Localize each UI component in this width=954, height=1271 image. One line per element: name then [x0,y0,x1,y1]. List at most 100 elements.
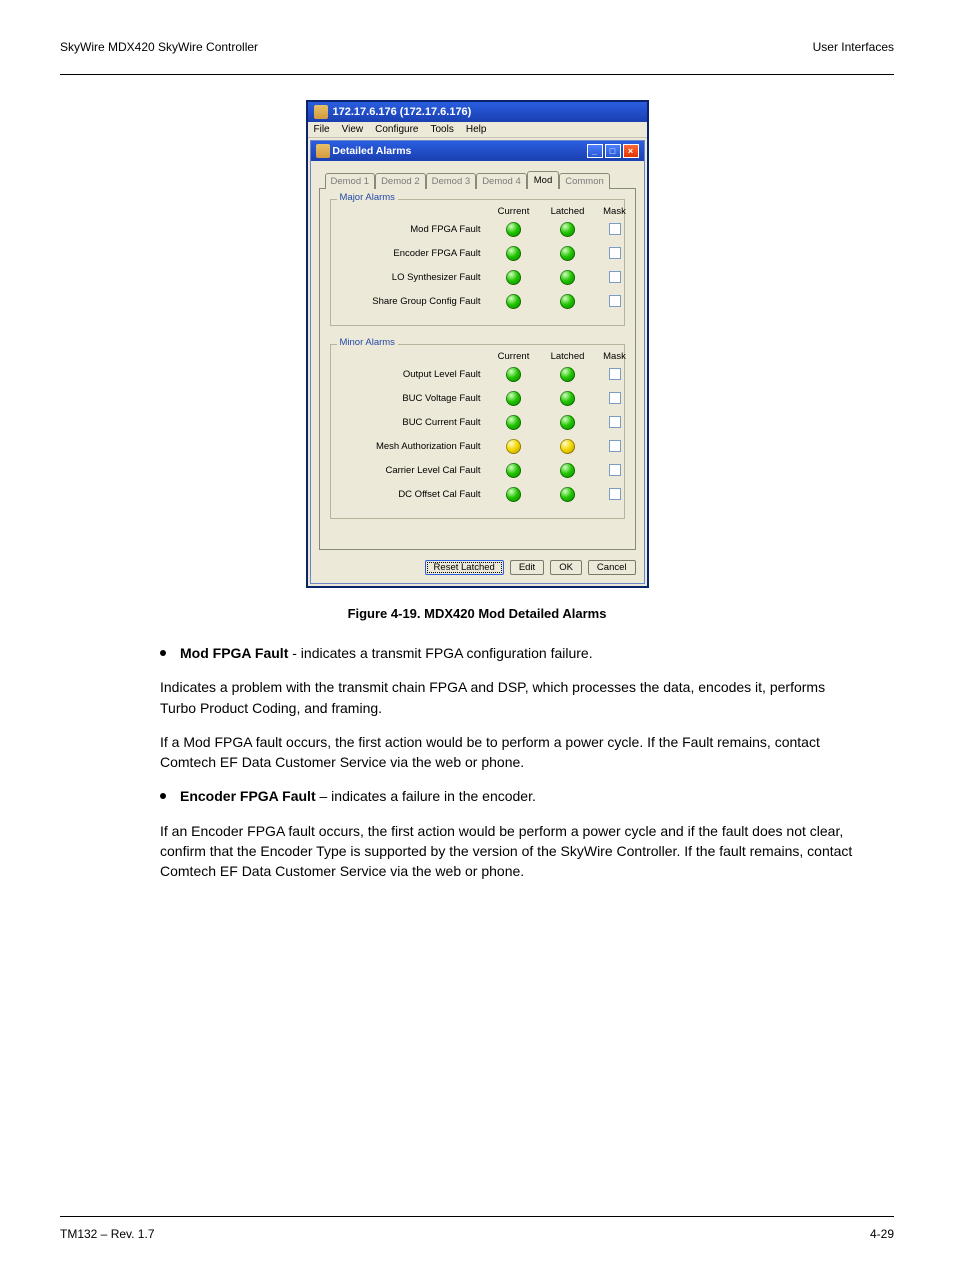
tab-panel: Major Alarms Current Latched Mask Mod FP… [319,188,636,550]
tab-common[interactable]: Common [559,173,610,189]
mask-checkbox[interactable] [609,416,621,428]
cancel-button[interactable]: Cancel [588,560,636,575]
paragraph: If a Mod FPGA fault occurs, the first ac… [160,732,854,773]
paragraph: If an Encoder FPGA fault occurs, the fir… [160,821,854,882]
led-current [506,367,521,382]
mask-checkbox[interactable] [609,271,621,283]
col-current: Current [487,351,541,362]
bullet-lead: Mod FPGA Fault [180,645,288,661]
footer-right: 4-29 [870,1227,894,1241]
cols-header: Current Latched Mask [337,206,618,217]
edit-button[interactable]: Edit [510,560,544,575]
bullet-item: Mod FPGA Fault - indicates a transmit FP… [160,643,854,663]
menu-help[interactable]: Help [466,124,487,135]
alarm-row: BUC Current Fault [337,410,618,434]
led-latched [560,391,575,406]
java-icon [314,105,328,119]
inner-titlebar[interactable]: Detailed Alarms _ □ × [311,141,644,161]
alarm-row: BUC Voltage Fault [337,386,618,410]
led-latched [560,246,575,261]
mask-checkbox[interactable] [609,247,621,259]
bullet-icon [160,650,166,656]
menu-configure[interactable]: Configure [375,124,418,135]
footer-left: TM132 – Rev. 1.7 [60,1227,155,1241]
java-icon [316,144,330,158]
body-text: Mod FPGA Fault - indicates a transmit FP… [60,643,894,882]
led-latched [560,367,575,382]
bullet-rest: - indicates a transmit FPGA configuratio… [288,645,592,661]
tab-demod3[interactable]: Demod 3 [426,173,477,189]
alarm-row: Carrier Level Cal Fault [337,458,618,482]
mask-checkbox[interactable] [609,223,621,235]
inner-window: Detailed Alarms _ □ × Demod 1 Demod 2 De… [310,140,645,584]
alarm-row: Output Level Fault [337,362,618,386]
maximize-button[interactable]: □ [605,144,621,158]
col-mask: Mask [595,351,635,362]
figure-caption: Figure 4-19. MDX420 Mod Detailed Alarms [60,606,894,621]
menu-view[interactable]: View [342,124,364,135]
menu-file[interactable]: File [314,124,330,135]
major-alarms-group: Major Alarms Current Latched Mask Mod FP… [330,199,625,326]
led-latched [560,222,575,237]
close-button[interactable]: × [623,144,639,158]
minor-alarms-group: Minor Alarms Current Latched Mask Output… [330,344,625,519]
alarm-label: Output Level Fault [337,369,487,380]
button-row: Reset Latched Edit OK Cancel [319,550,636,575]
alarm-row: Mesh Authorization Fault [337,434,618,458]
mask-checkbox[interactable] [609,440,621,452]
alarm-label: BUC Voltage Fault [337,393,487,404]
menu-tools[interactable]: Tools [430,124,453,135]
footer-rule [60,1216,894,1217]
mask-checkbox[interactable] [609,295,621,307]
led-current [506,463,521,478]
led-current [506,246,521,261]
header-rule [60,74,894,75]
alarm-row: Share Group Config Fault [337,289,618,313]
alarm-label: BUC Current Fault [337,417,487,428]
alarm-label: Share Group Config Fault [337,296,487,307]
alarm-label: Mesh Authorization Fault [337,441,487,452]
tab-mod[interactable]: Mod [527,171,559,189]
col-current: Current [487,206,541,217]
alarm-label: DC Offset Cal Fault [337,489,487,500]
led-current [506,270,521,285]
alarm-label: Mod FPGA Fault [337,224,487,235]
mask-checkbox[interactable] [609,464,621,476]
led-latched [560,294,575,309]
minimize-button[interactable]: _ [587,144,603,158]
led-current [506,487,521,502]
led-latched [560,270,575,285]
bullet-item: Encoder FPGA Fault – indicates a failure… [160,786,854,806]
tab-demod1[interactable]: Demod 1 [325,173,376,189]
led-current [506,391,521,406]
led-latched [560,439,575,454]
inner-title-text: Detailed Alarms [332,145,411,157]
led-current [506,222,521,237]
alarm-row: Encoder FPGA Fault [337,241,618,265]
led-latched [560,463,575,478]
led-latched [560,415,575,430]
alarm-label: Encoder FPGA Fault [337,248,487,259]
header-left: SkyWire MDX420 SkyWire Controller [60,40,258,54]
ok-button[interactable]: OK [550,560,582,575]
alarm-row: LO Synthesizer Fault [337,265,618,289]
tab-demod4[interactable]: Demod 4 [476,173,527,189]
bullet-rest: – indicates a failure in the encoder. [316,788,536,804]
mask-checkbox[interactable] [609,368,621,380]
mask-checkbox[interactable] [609,488,621,500]
bullet-icon [160,793,166,799]
reset-latched-button[interactable]: Reset Latched [425,560,504,575]
alarm-row: Mod FPGA Fault [337,217,618,241]
cols-header: Current Latched Mask [337,351,618,362]
bullet-lead: Encoder FPGA Fault [180,788,316,804]
header-right: User Interfaces [813,40,894,54]
led-current [506,439,521,454]
paragraph: Indicates a problem with the transmit ch… [160,677,854,718]
alarm-row: DC Offset Cal Fault [337,482,618,506]
major-legend: Major Alarms [337,192,398,203]
mask-checkbox[interactable] [609,392,621,404]
outer-titlebar[interactable]: 172.17.6.176 (172.17.6.176) [308,102,647,122]
tab-demod2[interactable]: Demod 2 [375,173,426,189]
led-current [506,294,521,309]
led-current [506,415,521,430]
